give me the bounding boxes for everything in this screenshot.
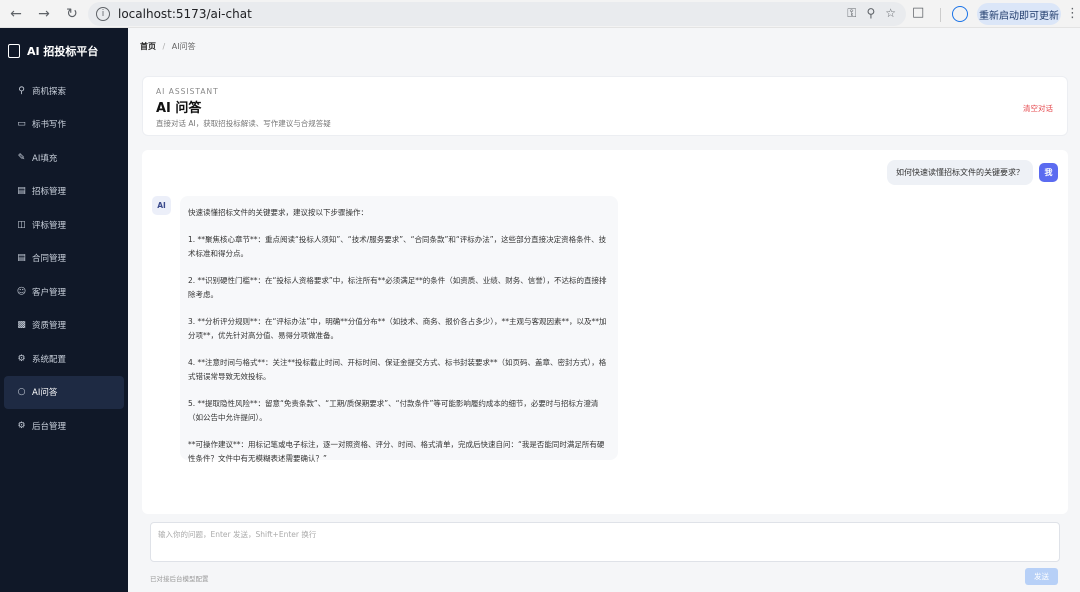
user-message: 如何快速读懂招标文件的关键要求？	[887, 160, 1033, 185]
reload-icon[interactable]: ↻	[60, 2, 84, 26]
sidebar-item-ai-fill[interactable]: ✎ AI填充	[0, 141, 128, 175]
bookmark-star-icon[interactable]: ☆	[885, 6, 896, 21]
brand-title: AI 招投标平台	[27, 45, 99, 58]
ai-paragraph: 3. **分析评分规则**：在“评标办法”中，明确**分值分布**（如技术、商务…	[188, 317, 607, 340]
sidebar-item-label: AI问答	[32, 388, 58, 399]
sidebar-item-label: 资质管理	[32, 321, 67, 332]
sidebar-item-writing[interactable]: ▭ 标书写作	[0, 108, 128, 142]
sidebar-item-label: 标书写作	[32, 120, 67, 131]
ai-paragraph: 快速读懂招标文件的关键要求，建议按以下步骤操作：	[188, 208, 368, 217]
model-config-hint: 已对接后台模型配置	[150, 575, 209, 583]
sidebar-item-label: AI填充	[32, 153, 58, 164]
file-icon: ▤	[17, 186, 26, 197]
more-menu-icon[interactable]: ⋮	[1066, 6, 1079, 21]
breadcrumb-current: AI问答	[171, 42, 196, 51]
ai-paragraph: 5. **提取隐性风险**：留意“免责条款”、“工期/质保期要求”、“付款条件”…	[188, 399, 599, 422]
page-header: AI ASSISTANT AI 问答 直接对话 AI，获取招投标解读、写作建议与…	[142, 76, 1068, 136]
brand[interactable]: AI 招投标平台	[0, 28, 128, 74]
settings-icon: ⚙	[17, 420, 26, 431]
sidebar-item-contract[interactable]: ▤ 合同管理	[0, 242, 128, 276]
ai-message: 快速读懂招标文件的关键要求，建议按以下步骤操作： 1. **聚焦核心章节**：重…	[180, 196, 618, 463]
browser-toolbar: ← → ↻ i localhost:5173/ai-chat ⚿ ⚲ ☆ □ 重…	[0, 0, 1080, 28]
clear-chat-button[interactable]: 清空对话	[1023, 103, 1053, 114]
site-info-icon[interactable]: i	[96, 7, 110, 21]
user-icon: ☺	[16, 286, 27, 297]
sidebar-item-label: 商机探索	[32, 86, 67, 97]
sidebar-item-customer[interactable]: ☺ 客户管理	[0, 275, 128, 309]
ai-paragraph: 4. **注意时间与格式**：关注**投标截止时间、开标时间、保证金提交方式、标…	[188, 358, 607, 381]
page-title: AI 问答	[156, 101, 202, 116]
chat-panel: 如何快速读懂招标文件的关键要求？ 我 AI 快速读懂招标文件的关键要求，建议按以…	[142, 150, 1068, 514]
address-bar[interactable]: i localhost:5173/ai-chat ⚿ ⚲ ☆	[88, 2, 906, 26]
user-avatar: 我	[1039, 163, 1058, 182]
sidebar-item-ai-chat[interactable]: ○ AI问答	[4, 375, 124, 409]
profile-icon[interactable]	[952, 6, 968, 22]
toolbar-divider	[940, 8, 941, 22]
sidebar-item-label: 评标管理	[32, 220, 67, 231]
forward-icon[interactable]: →	[32, 2, 56, 26]
ai-paragraph: **可操作建议**：用标记笔或电子标注，逐一对照资格、评分、时间、格式清单，完成…	[188, 440, 605, 463]
ai-avatar: AI	[152, 196, 171, 215]
monitor-icon: ◫	[17, 219, 26, 230]
sidebar-item-label: 合同管理	[32, 254, 67, 265]
sidebar-item-qualification[interactable]: ▩ 资质管理	[0, 309, 128, 343]
sidebar-item-opportunity[interactable]: ⚲ 商机探索	[0, 74, 128, 108]
page-subtitle: 直接对话 AI，获取招投标解读、写作建议与合规答疑	[156, 119, 331, 128]
folder-icon: ▭	[17, 119, 26, 130]
sidebar-item-label: 客户管理	[32, 287, 67, 298]
document-icon: ▤	[17, 253, 26, 264]
ai-paragraph: 2. **识别硬性门槛**：在“投标人资格要求”中，标注所有**必须满足**的条…	[188, 276, 607, 299]
gear-icon: ⚙	[17, 353, 26, 364]
cylinder-icon: ▩	[17, 320, 26, 331]
update-button[interactable]: 重新启动即可更新	[977, 3, 1061, 25]
sidebar-item-label: 后台管理	[32, 421, 67, 432]
sidebar-item-evaluation[interactable]: ◫ 评标管理	[0, 208, 128, 242]
send-button[interactable]: 发送	[1025, 568, 1058, 585]
user-message-row: 如何快速读懂招标文件的关键要求？ 我	[887, 160, 1058, 185]
sidebar: AI 招投标平台 ⚲ 商机探索 ▭ 标书写作 ✎ AI填充 ▤ 招标管理 ◫ 评…	[0, 28, 128, 592]
breadcrumb-separator: /	[162, 42, 166, 51]
sidebar-item-admin[interactable]: ⚙ 后台管理	[0, 409, 128, 443]
sidebar-item-tender[interactable]: ▤ 招标管理	[0, 175, 128, 209]
header-eyebrow: AI ASSISTANT	[156, 87, 219, 96]
breadcrumb-home[interactable]: 首页	[140, 42, 156, 51]
back-icon[interactable]: ←	[4, 2, 28, 26]
url-text: localhost:5173/ai-chat	[118, 7, 252, 21]
pen-icon: ✎	[17, 152, 26, 163]
main-content: 首页 / AI问答 AI ASSISTANT AI 问答 直接对话 AI，获取招…	[128, 28, 1080, 592]
sidebar-item-label: 招标管理	[32, 187, 67, 198]
sidebar-item-system[interactable]: ⚙ 系统配置	[0, 342, 128, 376]
password-key-icon[interactable]: ⚿	[847, 6, 856, 21]
document-logo-icon	[8, 44, 20, 58]
zoom-icon[interactable]: ⚲	[866, 6, 875, 21]
message-input[interactable]: 输入你的问题，Enter 发送，Shift+Enter 换行	[150, 522, 1060, 562]
ai-paragraph: 1. **聚焦核心章节**：重点阅读“投标人须知”、“技术/服务要求”、“合同条…	[188, 235, 607, 258]
sidebar-item-label: 系统配置	[32, 354, 67, 365]
search-icon: ⚲	[18, 85, 25, 96]
breadcrumb: 首页 / AI问答	[140, 41, 196, 52]
chat-icon: ○	[17, 387, 26, 398]
extensions-icon[interactable]: □	[912, 5, 924, 20]
